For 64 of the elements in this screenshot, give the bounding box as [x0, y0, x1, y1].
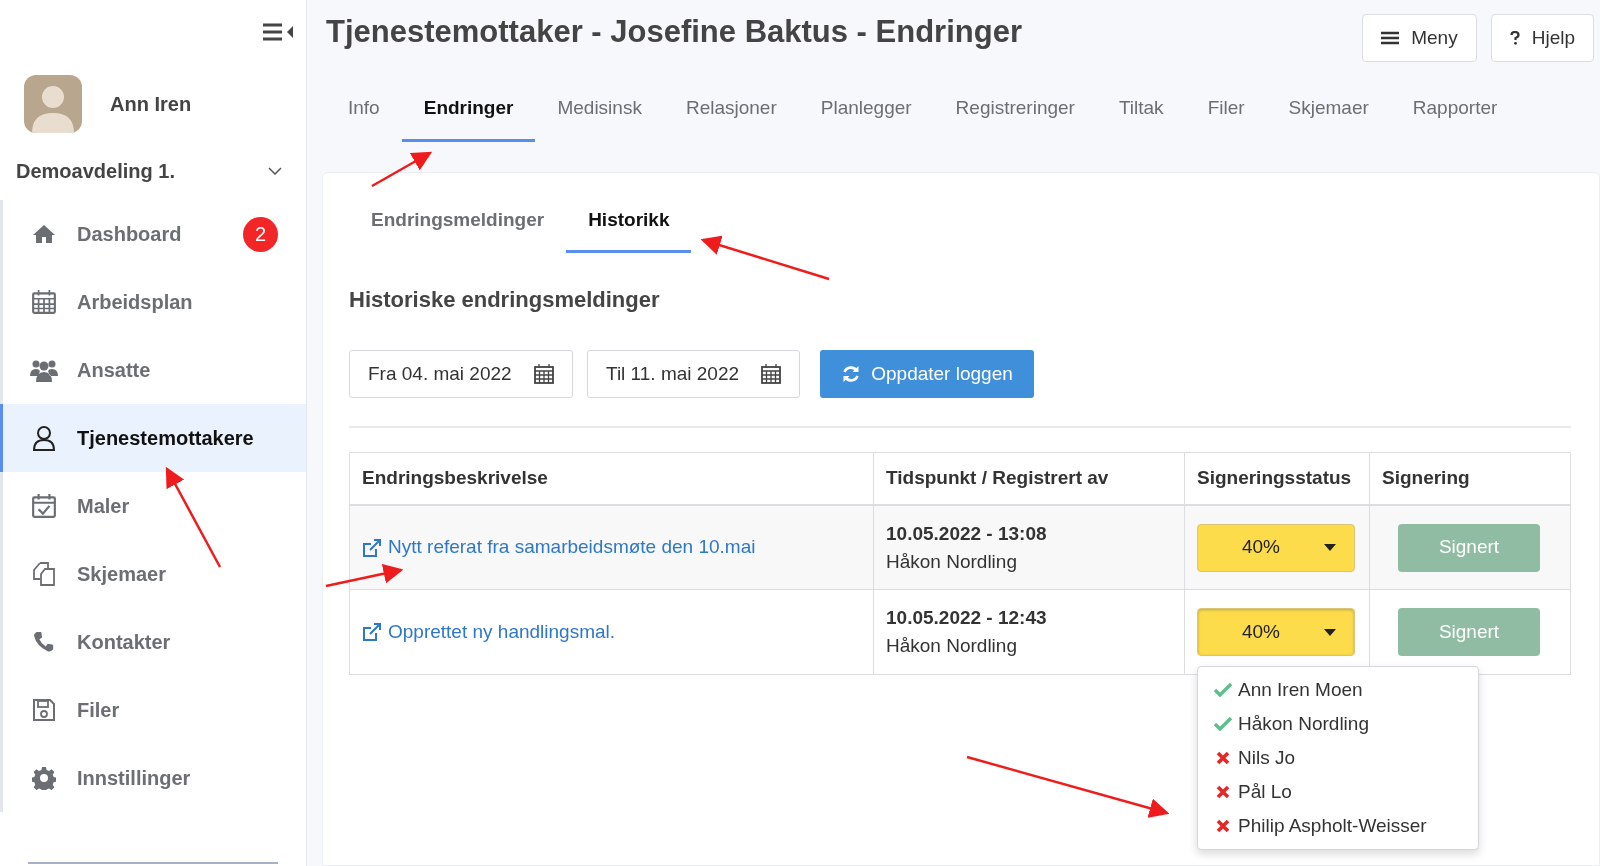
- people-icon: [29, 358, 59, 382]
- section-title: Historiske endringsmeldinger: [349, 286, 661, 314]
- tab[interactable]: Rapporter: [1390, 78, 1520, 142]
- annotation-arrow: [371, 151, 433, 188]
- signing-status-dropdown[interactable]: 40%: [1197, 608, 1355, 656]
- subtab[interactable]: Historikk: [566, 191, 692, 253]
- calendar-icon: [534, 364, 554, 384]
- tab[interactable]: Relasjoner: [663, 78, 799, 142]
- tab[interactable]: Skjemaer: [1266, 78, 1391, 142]
- change-link[interactable]: Opprettet ny handlingsmal.: [362, 617, 616, 647]
- external-link-icon: [362, 537, 382, 558]
- menu-button[interactable]: Meny: [1362, 14, 1477, 62]
- tab[interactable]: Filer: [1185, 78, 1267, 142]
- signer-item: Pål Lo: [1198, 775, 1478, 809]
- sidebar-item[interactable]: Dashboard 2: [0, 200, 306, 268]
- date-field[interactable]: Fra 04. mai 2022: [349, 350, 573, 398]
- tab[interactable]: Tiltak: [1096, 78, 1186, 142]
- timestamp: 10.05.2022 - 12:43: [886, 606, 1048, 630]
- calendar-icon: [761, 364, 781, 384]
- sidebar-item[interactable]: Ansatte: [0, 336, 306, 404]
- signing-status-dropdown[interactable]: 40%: [1197, 523, 1355, 572]
- timestamp: 10.05.2022 - 13:08: [886, 521, 1048, 546]
- calendar-icon: [29, 289, 59, 315]
- settings-icon: [29, 766, 59, 790]
- registered-by: Håkon Nordling: [886, 634, 1018, 658]
- subtab[interactable]: Endringsmeldinger: [349, 191, 567, 253]
- signer-item: Philip Aspholt-Weisser: [1198, 809, 1478, 843]
- tab[interactable]: Endringer: [401, 78, 536, 142]
- signer-item: Nils Jo: [1198, 741, 1478, 775]
- page-title: Tjenestemottaker - Josefine Baktus - Endringer: [326, 14, 1022, 50]
- caret-icon: [1324, 544, 1336, 551]
- help-button[interactable]: Hjelp: [1490, 14, 1594, 62]
- sidebar-item[interactable]: Innstillinger: [0, 744, 306, 812]
- tab[interactable]: Info: [326, 78, 402, 142]
- registered-by: Håkon Nordling: [886, 549, 1018, 574]
- refresh-button[interactable]: Oppdater loggen: [820, 350, 1034, 398]
- user-name: Ann Iren: [110, 92, 192, 117]
- sidebar-item[interactable]: Tjenestemottakere: [0, 404, 306, 472]
- chevron-down-icon: [268, 167, 282, 175]
- column-header: Tidspunkt / Registrert av: [874, 453, 1185, 504]
- tab[interactable]: Medisinsk: [535, 78, 664, 142]
- sidebar-item[interactable]: Kontakter: [0, 608, 306, 676]
- department-select[interactable]: Demoavdeling 1.: [0, 150, 306, 192]
- avatar: [24, 75, 82, 133]
- column-header: Signeringsstatus: [1185, 453, 1370, 504]
- signer-item: Ann Iren Moen: [1198, 673, 1478, 707]
- tab[interactable]: Planlegger: [798, 78, 934, 142]
- menu-icon: [1381, 31, 1400, 45]
- external-link-icon: [362, 622, 382, 642]
- tab[interactable]: Registreringer: [933, 78, 1097, 142]
- sidebar-item[interactable]: Filer: [0, 676, 306, 744]
- notification-badge: 2: [243, 216, 278, 252]
- refresh-icon: [841, 364, 862, 384]
- change-link[interactable]: Nytt referat fra samarbeidsmøte den 10.mai: [362, 533, 756, 562]
- sidebar-item[interactable]: Maler: [0, 472, 306, 540]
- column-header: Endringsbeskrivelse: [350, 453, 874, 504]
- question-mark-icon: [1509, 31, 1520, 45]
- column-header: Signering: [1381, 466, 1471, 491]
- calendar-check-icon: [29, 493, 59, 519]
- caret-icon: [1324, 628, 1336, 636]
- signer-item: Håkon Nordling: [1198, 707, 1478, 741]
- date-field[interactable]: Til 11. mai 2022: [587, 350, 800, 398]
- sidebar-item[interactable]: Skjemaer: [0, 540, 306, 608]
- sidebar-item[interactable]: Arbeidsplan: [0, 268, 306, 336]
